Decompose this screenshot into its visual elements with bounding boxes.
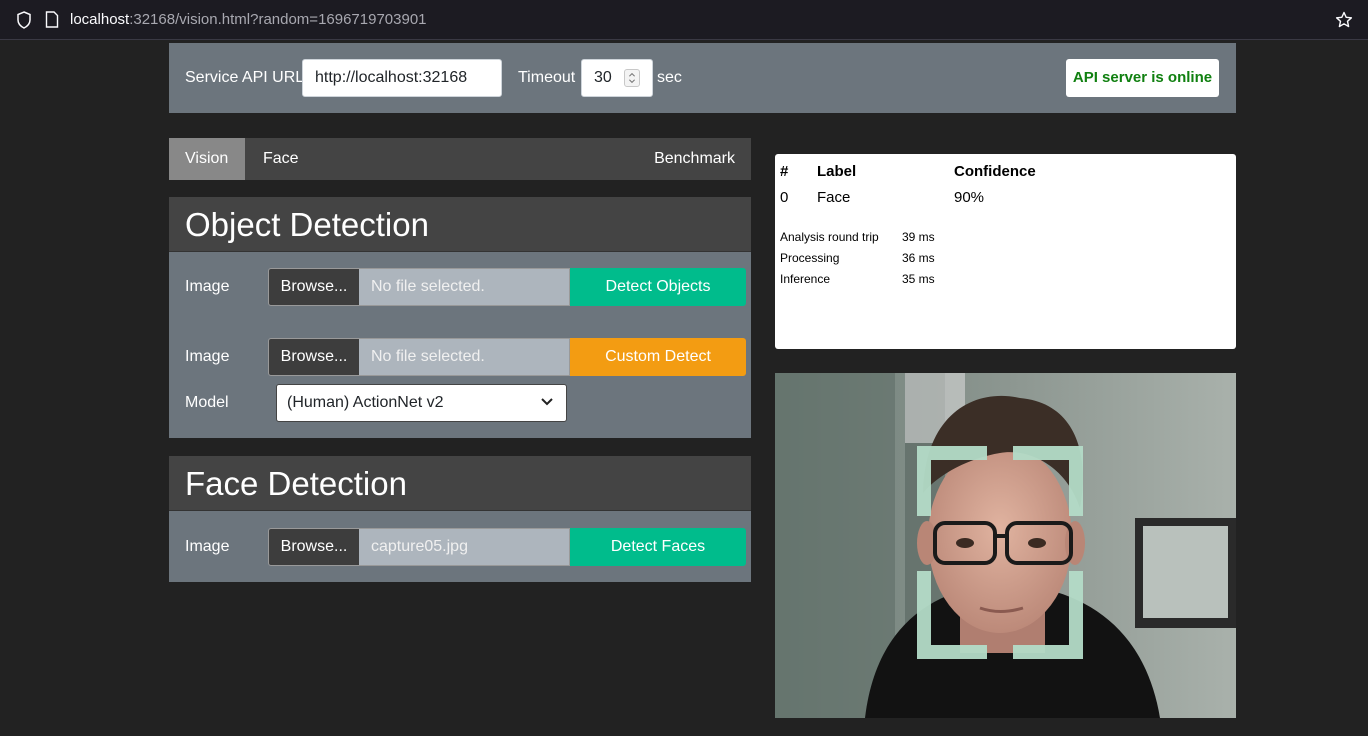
detect-objects-button[interactable]: Detect Objects bbox=[570, 268, 746, 306]
url-text[interactable]: localhost:32168/vision.html?random=16967… bbox=[70, 11, 427, 28]
chevron-down-icon bbox=[541, 398, 553, 406]
service-settings-bar: Service API URL http://localhost:32168 T… bbox=[169, 43, 1236, 113]
browse-button[interactable]: Browse... bbox=[269, 339, 359, 375]
page-icon bbox=[45, 11, 59, 28]
image-label: Image bbox=[185, 278, 230, 295]
spinner-arrows-icon[interactable] bbox=[624, 69, 640, 87]
tab-vision[interactable]: Vision bbox=[169, 138, 245, 180]
object-detection-title: Object Detection bbox=[185, 206, 429, 243]
file-name: No file selected. bbox=[371, 278, 485, 295]
stat-label: Analysis round trip bbox=[780, 230, 879, 244]
object-detection-header: Object Detection bbox=[169, 197, 751, 252]
column-header-index: # bbox=[780, 163, 789, 180]
browser-url-bar[interactable]: localhost:32168/vision.html?random=16967… bbox=[0, 0, 1368, 40]
image-label: Image bbox=[185, 538, 230, 555]
object-detection-card: Object Detection Image Browse... No file… bbox=[169, 197, 751, 438]
browse-button[interactable]: Browse... bbox=[269, 529, 359, 565]
custom-image-file-input[interactable]: Browse... No file selected. bbox=[268, 338, 570, 376]
result-index: 0 bbox=[780, 189, 789, 206]
stat-label: Inference bbox=[780, 272, 831, 286]
face-detection-title: Face Detection bbox=[185, 465, 407, 502]
url-path: :32168/vision.html?random=1696719703901 bbox=[129, 11, 427, 28]
stat-label: Processing bbox=[780, 251, 840, 265]
bookmark-star-icon[interactable] bbox=[1335, 11, 1353, 29]
stat-value: 39 ms bbox=[902, 230, 935, 244]
model-select[interactable]: (Human) ActionNet v2 bbox=[276, 384, 567, 422]
custom-detect-button[interactable]: Custom Detect bbox=[570, 338, 746, 376]
model-select-value: (Human) ActionNet v2 bbox=[287, 394, 444, 411]
api-url-label: Service API URL bbox=[185, 69, 305, 86]
face-detection-header: Face Detection bbox=[169, 456, 751, 511]
results-panel: # Label Confidence 0 Face 90% Analysis r… bbox=[775, 154, 1236, 349]
column-header-label: Label bbox=[817, 163, 857, 180]
model-label: Model bbox=[185, 394, 229, 411]
api-url-input[interactable]: http://localhost:32168 bbox=[302, 59, 502, 97]
tab-face[interactable]: Face bbox=[247, 138, 315, 180]
timeout-unit: sec bbox=[657, 69, 682, 86]
result-label: Face bbox=[817, 189, 851, 206]
detect-faces-button[interactable]: Detect Faces bbox=[570, 528, 746, 566]
result-confidence: 90% bbox=[954, 189, 985, 206]
webcam-photo bbox=[775, 373, 1236, 718]
shield-icon[interactable] bbox=[16, 11, 32, 29]
detection-image bbox=[775, 373, 1236, 718]
server-status-badge: API server is online bbox=[1066, 59, 1219, 97]
file-name: capture05.jpg bbox=[371, 538, 468, 555]
timeout-value: 30 bbox=[594, 69, 612, 86]
main-tabs: Vision Face Benchmark bbox=[169, 138, 751, 180]
stat-value: 36 ms bbox=[902, 251, 935, 265]
column-header-confidence: Confidence bbox=[954, 163, 1036, 180]
browse-button[interactable]: Browse... bbox=[269, 269, 359, 305]
image-label: Image bbox=[185, 348, 230, 365]
file-name: No file selected. bbox=[371, 348, 485, 365]
stat-value: 35 ms bbox=[902, 272, 935, 286]
timeout-input[interactable]: 30 bbox=[581, 59, 653, 97]
tab-benchmark[interactable]: Benchmark bbox=[638, 138, 751, 180]
face-image-file-input[interactable]: Browse... capture05.jpg bbox=[268, 528, 570, 566]
face-detection-card: Face Detection Image Browse... capture05… bbox=[169, 456, 751, 582]
object-image-file-input[interactable]: Browse... No file selected. bbox=[268, 268, 570, 306]
timeout-label: Timeout bbox=[518, 69, 576, 86]
url-host: localhost bbox=[70, 11, 130, 28]
